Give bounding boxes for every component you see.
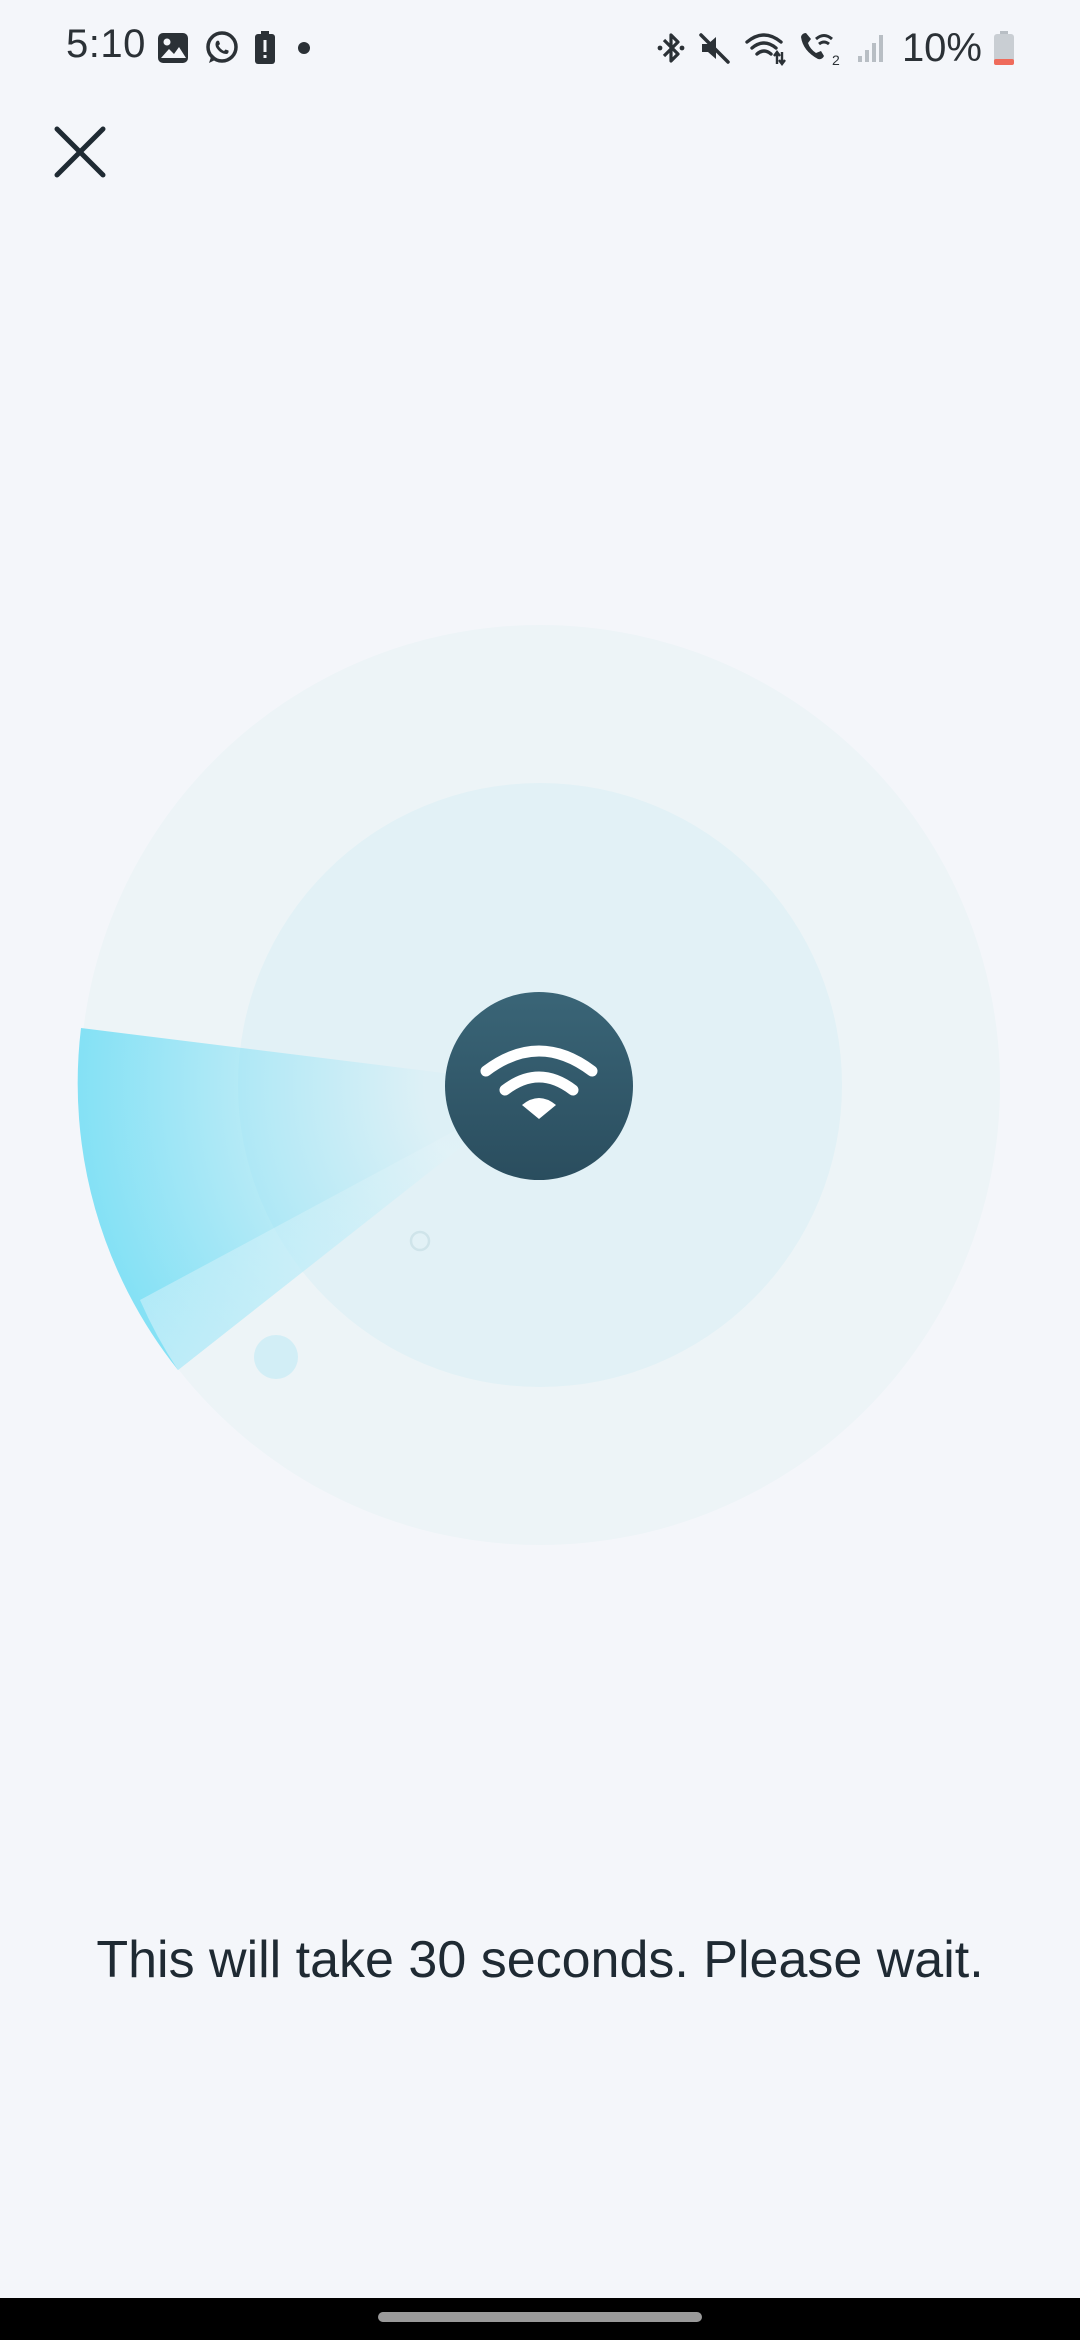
status-system-icons: 2 10% xyxy=(656,22,1014,74)
signal-icon xyxy=(856,32,886,64)
bluetooth-icon xyxy=(656,30,686,66)
wifi-calling-icon: 2 xyxy=(798,29,844,67)
battery-alert-icon xyxy=(254,31,276,65)
radar-center-button xyxy=(445,992,633,1180)
status-notification-icons xyxy=(156,28,318,68)
gallery-icon xyxy=(156,31,190,65)
whatsapp-icon xyxy=(204,30,240,66)
svg-text:2: 2 xyxy=(832,52,840,67)
notification-dot-icon xyxy=(290,41,318,55)
wifi-icon xyxy=(744,30,786,66)
radar-scan-graphic xyxy=(77,625,1000,1545)
home-handle[interactable] xyxy=(378,2312,702,2322)
wait-message: This will take 30 seconds. Please wait. xyxy=(96,1931,984,1989)
status-time: 5:10 xyxy=(66,22,146,66)
close-button[interactable] xyxy=(40,112,120,192)
navigation-bar xyxy=(0,2298,1080,2340)
battery-percent: 10% xyxy=(901,25,982,70)
battery-icon xyxy=(994,31,1014,65)
radar-blip-large xyxy=(254,1335,298,1379)
mute-icon xyxy=(698,31,732,65)
status-bar: 5:10 2 10% xyxy=(0,0,1080,96)
close-icon xyxy=(54,126,106,178)
